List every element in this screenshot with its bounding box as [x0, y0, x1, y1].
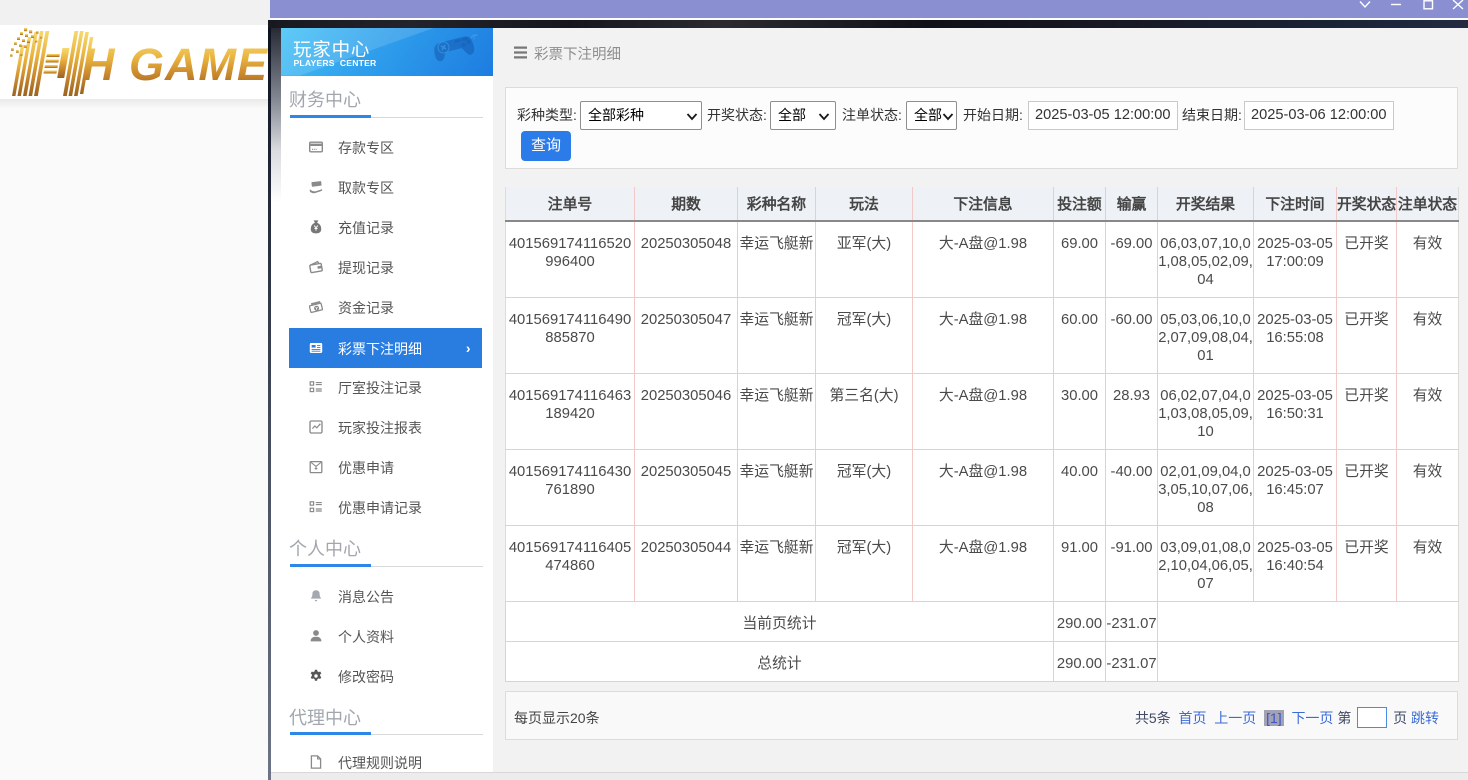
- svg-text:H GAME: H GAME: [82, 39, 269, 90]
